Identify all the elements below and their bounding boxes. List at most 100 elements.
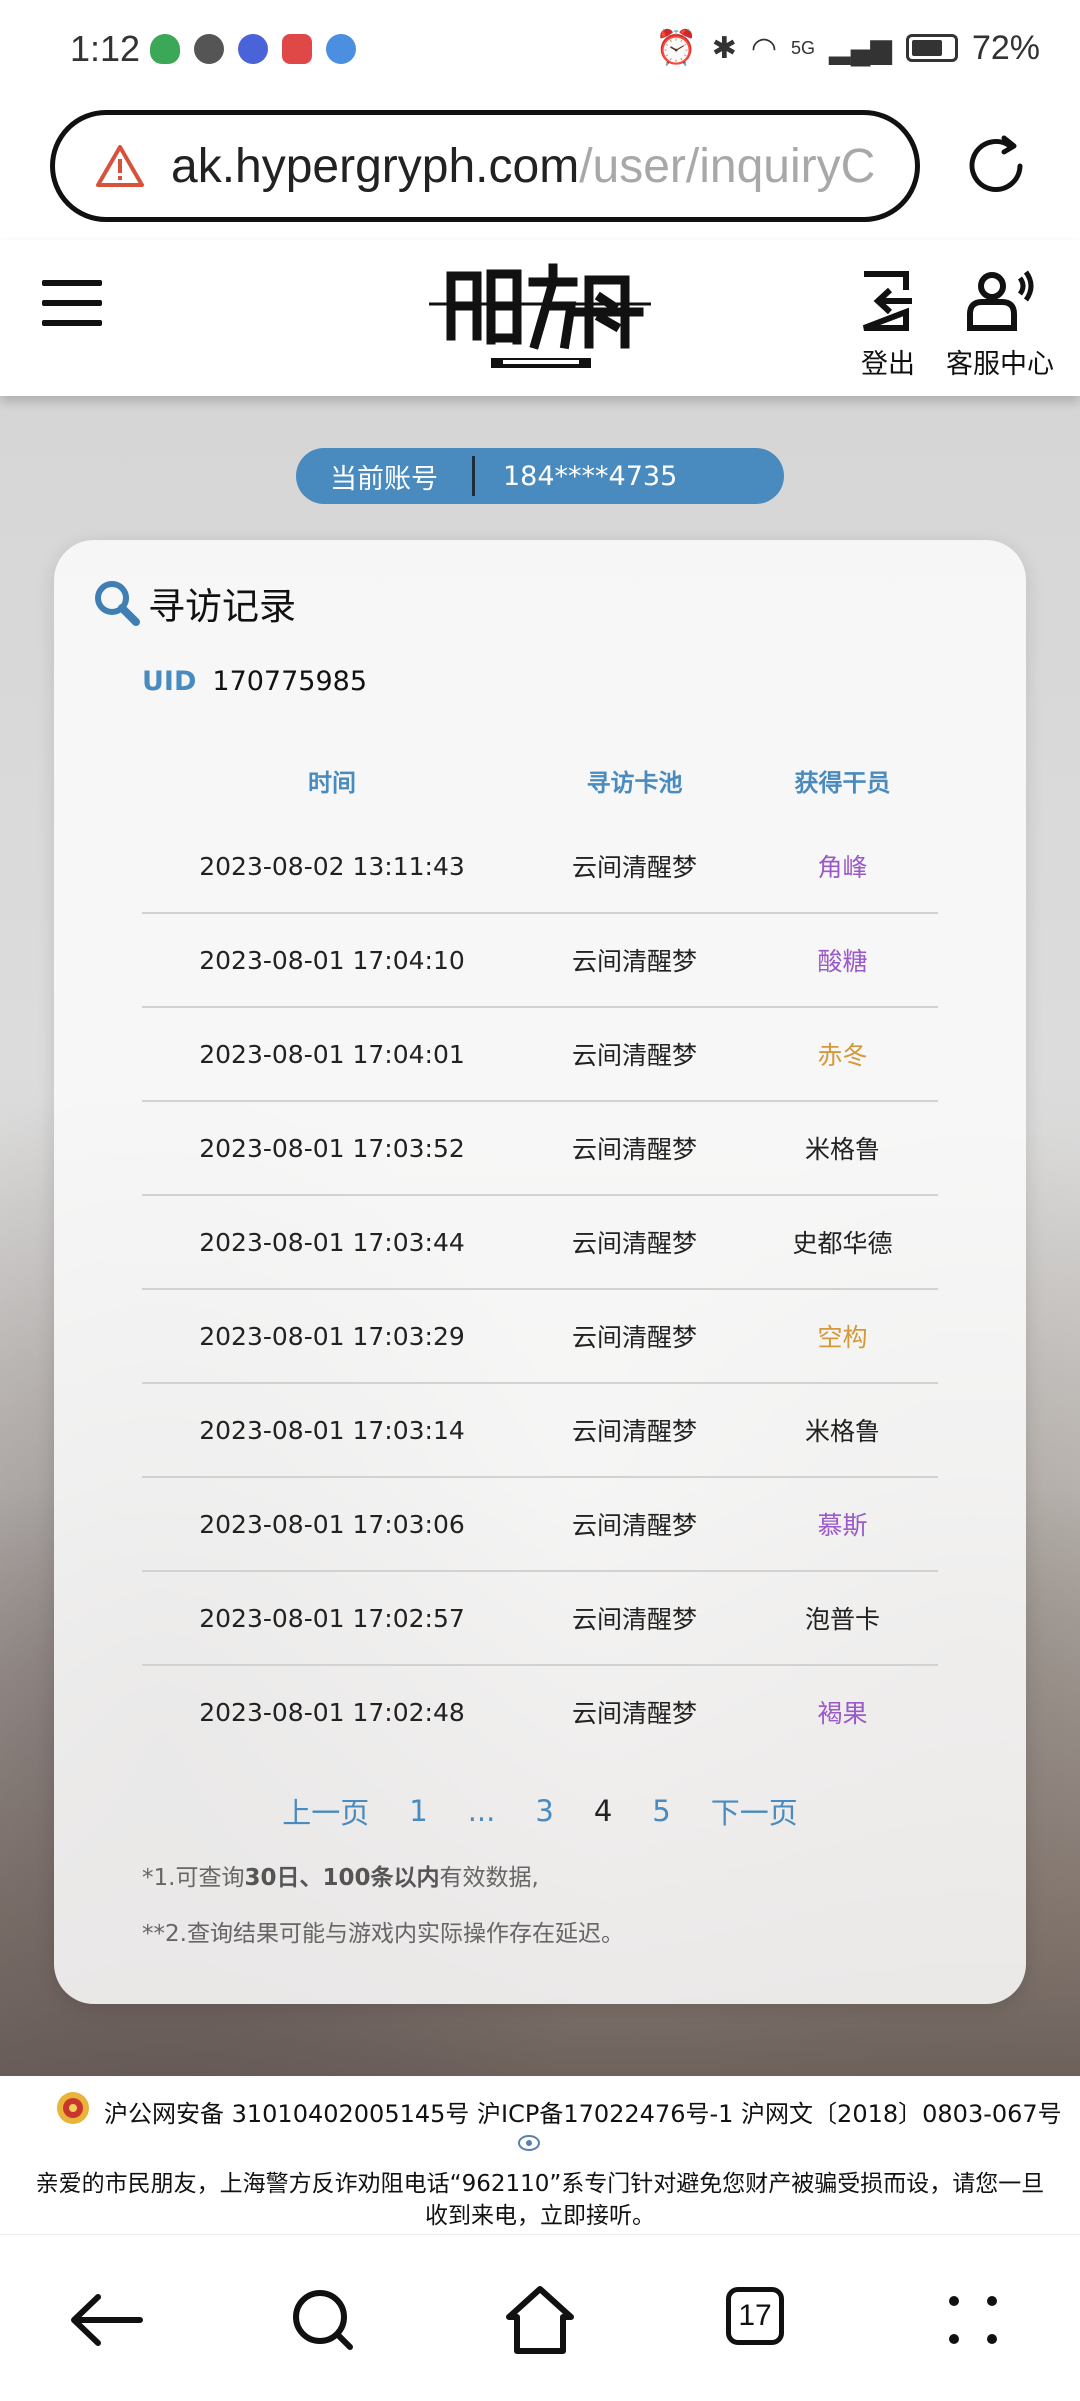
reload-icon[interactable]: [960, 130, 1032, 202]
browser-bottom-nav: 17: [0, 2234, 1080, 2401]
cell-operator: 赤冬: [817, 1041, 868, 1070]
customer-service-button[interactable]: 客服中心: [946, 270, 1054, 381]
cell-time: 2023-08-01 17:03:06: [199, 1509, 465, 1539]
note-1-prefix: *1.可查询: [142, 1865, 245, 1891]
page-ellipsis: ...: [467, 1794, 496, 1828]
cell-pool: 云间清醒梦: [571, 1229, 697, 1258]
logout-label: 登出: [861, 349, 915, 380]
page-current: 4: [593, 1794, 613, 1828]
cell-operator: 泡普卡: [804, 1605, 880, 1634]
cell-pool: 云间清醒梦: [571, 1041, 697, 1070]
anti-fraud-line-1: 亲爱的市民朋友，上海警方反诈劝阻电话“962110”系专门针对避免您财产被骗受损…: [35, 2171, 1045, 2197]
battery-percent: 72%: [971, 28, 1040, 67]
table-row: 2023-08-01 17:03:29 云间清醒梦 空构: [142, 1290, 938, 1384]
cell-operator: 慕斯: [817, 1511, 868, 1540]
uid-row: UID 170775985: [142, 666, 367, 697]
cell-operator: 酸糖: [817, 947, 868, 976]
logout-button[interactable]: 登出: [858, 270, 918, 381]
site-footer: 沪公网安备 31010402005145号 沪ICP备17022476号-1 沪…: [0, 2076, 1080, 2234]
table-row: 2023-08-01 17:02:57 云间清醒梦 泡普卡: [142, 1572, 938, 1666]
cell-time: 2023-08-01 17:03:52: [199, 1133, 465, 1163]
note-2: **2.查询结果可能与游戏内实际操作存在延迟。: [142, 1921, 624, 1947]
address-bar[interactable]: ak.hypergryph.com/user/inquiryC: [50, 110, 920, 222]
table-row: 2023-08-01 17:04:01 云间清醒梦 赤冬: [142, 1008, 938, 1102]
signal-icon: ▂▄▆: [829, 32, 892, 64]
home-icon[interactable]: [495, 2275, 585, 2365]
cell-pool: 云间清醒梦: [571, 1699, 697, 1728]
cell-time: 2023-08-01 17:02:57: [199, 1603, 465, 1633]
tabs-button[interactable]: 17: [712, 2275, 802, 2365]
page-link-5[interactable]: 5: [652, 1794, 670, 1828]
wechat-icon: [194, 34, 224, 64]
table-body: 2023-08-02 13:11:43 云间清醒梦 角峰 2023-08-01 17:…: [142, 820, 938, 1758]
cell-time: 2023-08-01 17:04:01: [199, 1039, 465, 1069]
pagination: 上一页 1 ... 3 4 5 下一页: [54, 1790, 1026, 1832]
cell-time: 2023-08-01 17:02:48: [199, 1697, 465, 1727]
cell-time: 2023-08-02 13:11:43: [199, 851, 465, 881]
app-red-icon: [282, 34, 312, 64]
records-table: 时间 寻访卡池 获得干员 2023-08-02 13:11:43 云间清醒梦 角峰 2…: [142, 740, 938, 1758]
column-header-operator: 获得干员: [794, 768, 891, 797]
menu-icon[interactable]: [42, 280, 102, 326]
status-bar: 1:12 ⏰ ✱ ◠ 5G ▂▄▆ 72%: [0, 0, 1080, 100]
column-header-time: 时间: [308, 768, 356, 797]
customer-service-icon: [967, 270, 1034, 331]
uid-label: UID: [142, 666, 197, 697]
url-text[interactable]: ak.hypergryph.com/user/inquiryC: [171, 139, 875, 194]
arknights-logo[interactable]: [425, 260, 655, 380]
warning-icon[interactable]: [95, 144, 145, 188]
table-row: 2023-08-01 17:03:44 云间清醒梦 史都华德: [142, 1196, 938, 1290]
app-blue-icon: [326, 34, 356, 64]
music-icon: [238, 34, 268, 64]
cell-operator: 史都华德: [792, 1229, 893, 1258]
battery-icon: [905, 34, 958, 62]
more-options-icon[interactable]: [928, 2275, 1018, 2365]
cell-pool: 云间清醒梦: [571, 1605, 697, 1634]
next-page-link[interactable]: 下一页: [711, 1790, 798, 1832]
table-row: 2023-08-01 17:03:14 云间清醒梦 米格鲁: [142, 1384, 938, 1478]
account-value: 184****4735: [503, 460, 678, 492]
note-1: *1.可查询30日、100条以内有效数据,: [142, 1858, 539, 1892]
network-label: 5G: [791, 37, 816, 58]
table-header: 时间 寻访卡池 获得干员: [142, 740, 938, 820]
status-right: ⏰ ✱ ◠ 5G ▂▄▆ 72%: [655, 28, 1040, 68]
wifi-icon: ◠: [750, 31, 778, 65]
cell-operator: 米格鲁: [804, 1417, 880, 1446]
cell-pool: 云间清醒梦: [571, 853, 697, 882]
url-path: /user/inquiryC: [579, 139, 876, 193]
shield-icon: [150, 34, 180, 64]
cell-operator: 米格鲁: [804, 1135, 880, 1164]
table-row: 2023-08-01 17:03:06 云间清醒梦 慕斯: [142, 1478, 938, 1572]
prev-page-link[interactable]: 上一页: [282, 1790, 369, 1832]
table-row: 2023-08-01 17:04:10 云间清醒梦 酸糖: [142, 914, 938, 1008]
police-badge-icon: [57, 2092, 89, 2124]
icp-info[interactable]: 沪公网安备 31010402005145号 沪ICP备17022476号-1 沪…: [104, 2094, 1062, 2129]
search-icon: [95, 581, 140, 626]
page-link-3[interactable]: 3: [535, 1794, 553, 1828]
cell-pool: 云间清醒梦: [571, 947, 697, 976]
records-card: 寻访记录 UID 170775985 时间 寻访卡池 获得干员 2023-08-…: [54, 540, 1026, 2004]
cell-pool: 云间清醒梦: [571, 1323, 697, 1352]
card-title: 寻访记录: [92, 576, 296, 630]
cell-pool: 云间清醒梦: [571, 1511, 697, 1540]
emblem-icon: [518, 2135, 540, 2151]
note-1-bold: 30日、100条以内: [244, 1865, 440, 1891]
back-arrow-icon[interactable]: [62, 2275, 152, 2365]
notification-icons: [150, 34, 356, 64]
cell-pool: 云间清醒梦: [571, 1417, 697, 1446]
search-nav-icon[interactable]: [278, 2275, 368, 2365]
alarm-icon: ⏰: [655, 29, 698, 67]
status-time: 1:12: [70, 28, 141, 69]
table-row: 2023-08-01 17:03:52 云间清醒梦 米格鲁: [142, 1102, 938, 1196]
cell-time: 2023-08-01 17:03:29: [199, 1321, 465, 1351]
cell-pool: 云间清醒梦: [571, 1135, 697, 1164]
table-row: 2023-08-02 13:11:43 云间清醒梦 角峰: [142, 820, 938, 914]
cell-operator: 角峰: [817, 853, 868, 882]
site-header: 登出 客服中心: [0, 240, 1080, 396]
column-header-pool: 寻访卡池: [586, 768, 683, 797]
logout-icon: [862, 271, 912, 331]
page-link-1[interactable]: 1: [409, 1794, 427, 1828]
cell-time: 2023-08-01 17:04:10: [199, 945, 465, 975]
note-1-suffix: 有效数据,: [439, 1865, 539, 1891]
cell-operator: 褐果: [817, 1699, 868, 1728]
